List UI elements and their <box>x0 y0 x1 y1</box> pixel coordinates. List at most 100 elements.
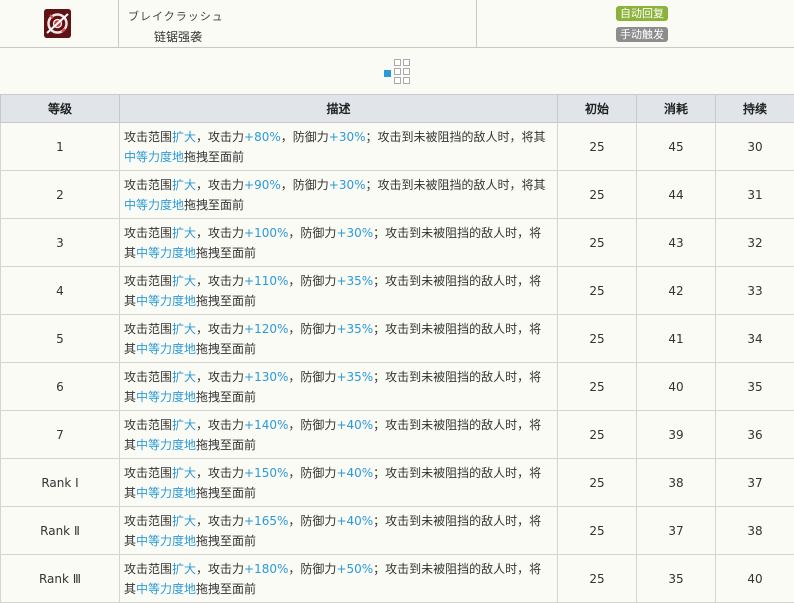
desc-text: ，防御力 <box>280 129 329 144</box>
description-cell: 攻击范围扩大，攻击力+110%，防御力+35%；攻击到未被阻挡的敌人时，将其中等… <box>119 266 558 315</box>
initial-sp-cell: 25 <box>557 314 637 363</box>
desc-text: 攻击范围 <box>124 177 173 192</box>
table-row: Rank Ⅰ 攻击范围扩大，攻击力+150%，防御力+40%；攻击到未被阻挡的敌人… <box>0 458 794 507</box>
initial-sp-cell: 25 <box>557 362 637 411</box>
table-row: 3 攻击范围扩大，攻击力+100%，防御力+30%；攻击到未被阻挡的敌人时，将其中… <box>0 218 794 267</box>
description-cell: 攻击范围扩大，攻击力+80%，防御力+30%；攻击到未被阻挡的敌人时，将其中等力… <box>119 122 558 171</box>
initial-sp-cell: 25 <box>557 458 637 507</box>
desc-highlight: 中等力度地 <box>136 341 197 356</box>
range-cell-operator <box>384 70 391 77</box>
duration-cell: 33 <box>715 266 794 315</box>
level-cell: 4 <box>0 266 120 315</box>
range-cell <box>394 77 401 84</box>
desc-text: 拖拽至面前 <box>184 197 245 212</box>
duration-cell: 32 <box>715 218 794 267</box>
trigger-type-badge: 手动触发 <box>616 27 668 42</box>
desc-text: 攻击范围 <box>124 561 173 576</box>
level-cell: Rank Ⅰ <box>0 458 120 507</box>
desc-text: ，攻击力 <box>196 225 245 240</box>
chainsaw-skill-icon <box>44 9 71 38</box>
header-duration: 持续 <box>715 94 794 123</box>
sp-cost-cell: 39 <box>636 410 716 459</box>
desc-highlight: +90% <box>244 177 281 192</box>
initial-sp-cell: 25 <box>557 410 637 459</box>
desc-highlight: +30% <box>328 177 366 192</box>
desc-text: 攻击范围 <box>124 321 173 336</box>
desc-text: 攻击范围 <box>124 129 173 144</box>
sp-cost-cell: 45 <box>636 122 716 171</box>
desc-highlight: +50% <box>336 561 374 576</box>
desc-text: ，攻击力 <box>196 417 245 432</box>
initial-sp-cell: 25 <box>557 506 637 555</box>
description-cell: 攻击范围扩大，攻击力+120%，防御力+35%；攻击到未被阻挡的敌人时，将其中等… <box>119 314 558 363</box>
sp-cost-cell: 44 <box>636 170 716 219</box>
desc-text: 拖拽至面前 <box>184 149 245 164</box>
desc-text: 拖拽至面前 <box>196 485 257 500</box>
range-cell <box>394 59 401 66</box>
desc-highlight: 中等力度地 <box>136 437 197 452</box>
desc-text: ，防御力 <box>288 369 337 384</box>
desc-text: 拖拽至面前 <box>196 389 257 404</box>
desc-text: ，攻击力 <box>196 177 245 192</box>
description-cell: 攻击范围扩大，攻击力+100%，防御力+30%；攻击到未被阻挡的敌人时，将其中等… <box>119 218 558 267</box>
level-cell: 2 <box>0 170 120 219</box>
range-cell <box>403 77 410 84</box>
desc-highlight: +110% <box>244 273 289 288</box>
description-cell: 攻击范围扩大，攻击力+130%，防御力+35%；攻击到未被阻挡的敌人时，将其中等… <box>119 362 558 411</box>
skill-panel: ブレイクラッシュ 链锯强袭 自动回复 手动触发 等级 描述 初始 消耗 持续 1… <box>0 0 794 603</box>
skill-level-table: 等级 描述 初始 消耗 持续 1 攻击范围扩大，攻击力+80%，防御力+30%；攻… <box>0 94 794 603</box>
initial-sp-cell: 25 <box>557 554 637 603</box>
range-cell <box>403 59 410 66</box>
desc-highlight: 中等力度地 <box>136 389 197 404</box>
description-cell: 攻击范围扩大，攻击力+140%，防御力+40%；攻击到未被阻挡的敌人时，将其中等… <box>119 410 558 459</box>
sp-cost-cell: 35 <box>636 554 716 603</box>
level-cell: 6 <box>0 362 120 411</box>
table-row: Rank Ⅲ 攻击范围扩大，攻击力+180%，防御力+50%；攻击到未被阻挡的敌人… <box>0 554 794 603</box>
duration-cell: 38 <box>715 506 794 555</box>
level-cell: Rank Ⅱ <box>0 506 120 555</box>
desc-highlight: 扩大 <box>172 561 197 576</box>
desc-text: ，防御力 <box>288 561 337 576</box>
desc-highlight: 扩大 <box>172 513 197 528</box>
duration-cell: 34 <box>715 314 794 363</box>
desc-highlight: 扩大 <box>172 177 197 192</box>
sp-cost-cell: 42 <box>636 266 716 315</box>
skill-icon-cell <box>0 0 119 47</box>
desc-highlight: +40% <box>336 465 374 480</box>
desc-text: ，防御力 <box>288 465 337 480</box>
duration-cell: 36 <box>715 410 794 459</box>
desc-text: ，攻击力 <box>196 369 245 384</box>
desc-text: ，攻击力 <box>196 561 245 576</box>
sp-cost-cell: 38 <box>636 458 716 507</box>
desc-text: ，攻击力 <box>196 321 245 336</box>
description-cell: 攻击范围扩大，攻击力+90%，防御力+30%；攻击到未被阻挡的敌人时，将其中等力… <box>119 170 558 219</box>
range-cell <box>403 68 410 75</box>
table-header-row: 等级 描述 初始 消耗 持续 <box>0 94 794 123</box>
table-row: 1 攻击范围扩大，攻击力+80%，防御力+30%；攻击到未被阻挡的敌人时，将其中等… <box>0 122 794 171</box>
desc-highlight: +140% <box>244 417 289 432</box>
header-level: 等级 <box>0 94 120 123</box>
desc-highlight: 中等力度地 <box>136 245 197 260</box>
desc-highlight: 扩大 <box>172 273 197 288</box>
desc-highlight: 中等力度地 <box>136 485 197 500</box>
desc-text: 拖拽至面前 <box>196 581 257 596</box>
skill-name-japanese: ブレイクラッシュ <box>128 10 224 23</box>
desc-highlight: 中等力度地 <box>124 149 185 164</box>
initial-sp-cell: 25 <box>557 122 637 171</box>
header-description: 描述 <box>119 94 558 123</box>
desc-highlight: 中等力度地 <box>136 581 197 596</box>
desc-text: 拖拽至面前 <box>196 533 257 548</box>
desc-text: 攻击范围 <box>124 465 173 480</box>
header-initial-sp: 初始 <box>557 94 637 123</box>
desc-highlight: +150% <box>244 465 289 480</box>
desc-highlight: +35% <box>336 369 374 384</box>
desc-text: ；攻击到未被阻挡的敌人时，将其 <box>365 177 546 192</box>
desc-text: ，防御力 <box>288 417 337 432</box>
desc-text: ，攻击力 <box>196 273 245 288</box>
desc-text: ，攻击力 <box>196 513 245 528</box>
skill-header: ブレイクラッシュ 链锯强袭 自动回复 手动触发 <box>0 0 794 48</box>
level-cell: Rank Ⅲ <box>0 554 120 603</box>
desc-text: 拖拽至面前 <box>196 341 257 356</box>
header-sp-cost: 消耗 <box>636 94 716 123</box>
range-cell-spacer <box>394 86 401 87</box>
